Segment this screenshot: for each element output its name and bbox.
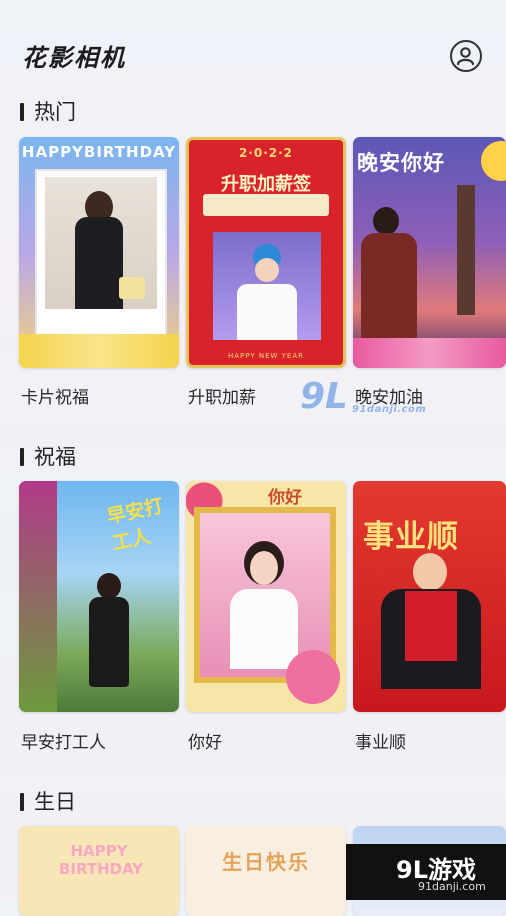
card-heading: HAPPY BIRTHDAY (59, 842, 144, 878)
app-title: 花影相机 (22, 44, 126, 72)
bougainvillea (19, 481, 57, 712)
section-title-birthday: 生日 (20, 786, 76, 816)
watermark-corner: 9L游戏 91danji.com (346, 844, 506, 900)
template-card-birthday-2[interactable]: 生日快乐 (186, 826, 346, 916)
photo (213, 232, 321, 340)
card-heading: 早安打工人 (104, 494, 166, 555)
card-heading: 生日快乐 (222, 850, 310, 874)
card-label: 卡片祝福 (21, 388, 89, 408)
flowers (19, 334, 179, 368)
card-heading: 升职加薪签 (221, 174, 311, 195)
template-card-greeting[interactable]: HAPPYBIRTHDAY (19, 137, 179, 368)
template-card-career[interactable]: 事业顺 (353, 481, 506, 712)
user-circle-icon (456, 47, 475, 66)
template-card-morning-worker[interactable]: 早安打工人 (19, 481, 179, 712)
app-header: 花影相机 (0, 0, 506, 100)
rose-icon (286, 650, 340, 704)
card-label: 早安打工人 (21, 733, 106, 753)
lighthouse (457, 185, 475, 315)
section-marker (20, 448, 24, 466)
template-card-hello[interactable]: 你好 (186, 481, 346, 712)
flowers (353, 338, 506, 368)
card-footer: HAPPY NEW YEAR (228, 352, 304, 360)
card-heading: 事业顺 (363, 519, 459, 555)
template-card-goodnight[interactable]: 晚安你好 (353, 137, 506, 368)
card-heading: 你好 (268, 488, 302, 508)
section-title-hot: 热门 (20, 96, 76, 126)
section-title-blessing: 祝福 (20, 441, 76, 471)
template-card-birthday-1[interactable]: HAPPY BIRTHDAY (19, 826, 179, 916)
card-label: 升职加薪 (188, 388, 256, 408)
card-label: 事业顺 (355, 733, 406, 753)
photo (45, 177, 157, 309)
watermark-logo: 9L 91danji.com (300, 376, 427, 417)
card-year: 2·0·2·2 (238, 146, 294, 160)
section-marker (20, 103, 24, 121)
watermark-site: 91danji.com (418, 880, 486, 893)
moon-icon (481, 141, 506, 181)
card-heading: 晚安你好 (357, 151, 445, 175)
card-label: 你好 (188, 733, 222, 753)
template-card-promotion[interactable]: 2·0·2·2 升职加薪签 HAPPY NEW YEAR (186, 137, 346, 368)
section-marker (20, 793, 24, 811)
photo-frame (35, 169, 167, 343)
message-strip (203, 194, 329, 216)
profile-button[interactable] (450, 40, 482, 72)
card-heading: HAPPYBIRTHDAY (21, 143, 177, 161)
